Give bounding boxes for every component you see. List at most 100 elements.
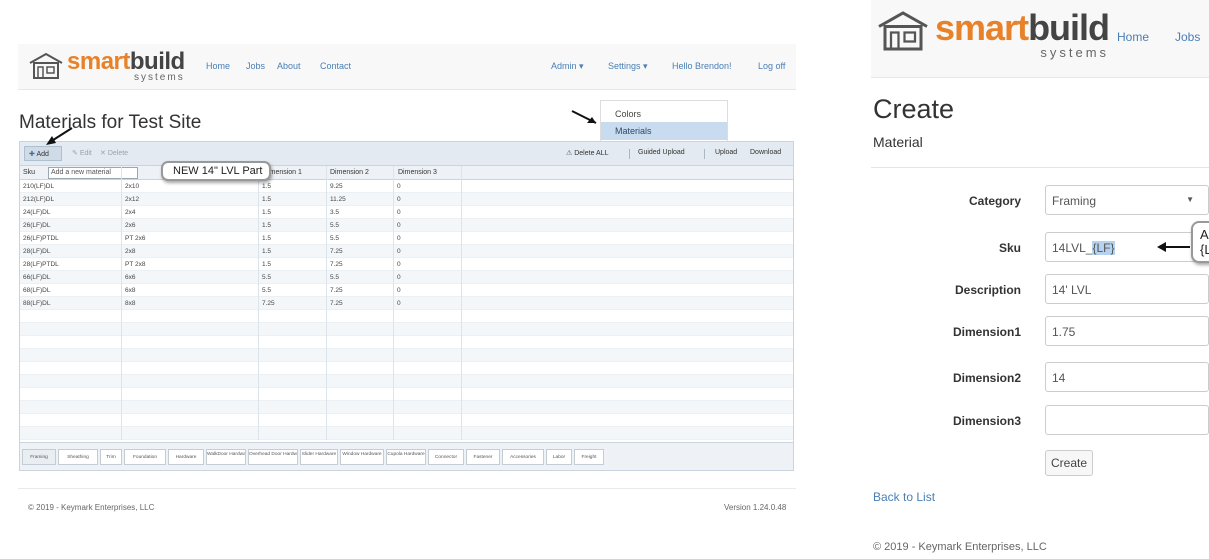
table-row[interactable]: 28(LF)DL 2x8 1.5 7.25 0 [20,245,793,258]
category-tab-hardware[interactable]: Hardware [168,449,204,465]
empty-table-row [20,427,793,440]
table-row[interactable]: 26(LF)PTDL PT 2x6 1.5 5.5 0 [20,232,793,245]
cell-description: 6x8 [125,287,136,294]
delete-all-button[interactable]: ⚠ Delete ALL [566,149,608,157]
toolbar-divider [704,149,705,159]
nav-admin[interactable]: Admin ▾ [551,61,584,72]
description-input[interactable]: 14' LVL [1045,274,1209,304]
version-label: Version 1.24.0.48 [724,503,787,512]
column-divider [258,166,259,440]
guided-upload-button[interactable]: Guided Upload [638,149,685,156]
brand-name-part2: build [1028,7,1110,48]
nav-contact[interactable]: Contact [320,61,351,71]
nav-jobs[interactable]: Jobs [1175,30,1200,44]
add-label: Add [36,151,49,158]
category-tab-connector[interactable]: Connector [428,449,464,465]
dimension3-input[interactable] [1045,405,1209,435]
cell-sku: 28(LF)DL [23,248,51,255]
table-row[interactable]: 66(LF)DL 6x6 5.5 5.5 0 [20,271,793,284]
add-lf-callout: Add {LF} [1191,221,1209,263]
top-navbar: smartbuild systems Home Jobs [871,0,1209,78]
category-tab-slider-hardware[interactable]: Slider Hardware [300,449,338,465]
new-material-input[interactable]: Add a new material [48,167,138,179]
download-button[interactable]: Download [750,149,781,156]
cell-sku: 66(LF)DL [23,274,51,281]
category-tab-sheathing[interactable]: Sheathing [58,449,98,465]
edit-button[interactable]: ✎ Edit [72,149,92,157]
sku-label: Sku [998,241,1021,255]
back-to-list-link[interactable]: Back to List [873,490,935,504]
cell-dimension3: 0 [397,300,401,307]
menu-item-colors[interactable]: Colors [601,105,727,123]
table-row[interactable]: 210(LF)DL 2x10 1.5 9.25 0 [20,180,793,193]
category-tab-cupola-hardware[interactable]: Cupola Hardware [386,449,426,465]
create-button[interactable]: Create [1045,450,1093,476]
nav-about[interactable]: About [277,61,301,71]
cell-dimension2: 7.25 [330,248,343,255]
column-divider [326,166,327,440]
category-tab-accessories[interactable]: Accessories [502,449,544,465]
category-select[interactable]: Framing ▼ [1045,185,1209,215]
cell-dimension2: 11.25 [330,196,346,203]
grid-toolbar: ✚ Add ✎ Edit ✕ Delete ⚠ Delete ALL Guide… [20,142,793,166]
column-divider [461,166,462,440]
category-tab-framing[interactable]: Framing [22,449,56,465]
menu-item-materials[interactable]: Materials [601,122,727,140]
cell-dimension2: 5.5 [330,235,340,242]
dimension3-label: Dimension3 [952,414,1021,428]
materials-grid: ✚ Add ✎ Edit ✕ Delete ⚠ Delete ALL Guide… [19,127,794,471]
edit-label: Edit [79,150,92,157]
cell-dimension2: 7.25 [330,300,343,307]
table-row[interactable]: 28(LF)PTDL PT 2x8 1.5 7.25 0 [20,258,793,271]
col-sku[interactable]: Sku [23,169,35,176]
col-dimension2[interactable]: Dimension 2 [330,169,369,176]
arrow-pointer-icon [571,110,597,124]
smartbuild-logo[interactable]: smartbuild systems [28,50,185,84]
page-title: Create [873,94,955,124]
category-tab-fastener[interactable]: Fastener [466,449,500,465]
table-row[interactable]: 212(LF)DL 2x12 1.5 11.25 0 [20,193,793,206]
cell-dimension3: 0 [397,261,401,268]
footer-divider [18,488,796,489]
upload-button[interactable]: Upload [715,149,737,156]
cell-sku: 210(LF)DL [23,183,55,190]
table-row[interactable]: 68(LF)DL 6x8 5.5 7.25 0 [20,284,793,297]
column-divider [121,166,122,440]
cell-dimension1: 1.5 [262,248,272,255]
nav-home[interactable]: Home [1117,30,1149,44]
category-tab-overhead-door-hardware[interactable]: Overhead Door Hardware [248,449,298,465]
empty-table-row [20,388,793,401]
column-divider [393,166,394,440]
table-row[interactable]: 88(LF)DL 8x8 7.25 7.25 0 [20,297,793,310]
house-logo-icon [29,52,63,79]
materials-list-screen: smartbuild systems Home Jobs About Conta… [18,44,796,524]
category-tab-walkdoor-hardware[interactable]: WalkDoor Hardware [206,449,246,465]
delete-button[interactable]: ✕ Delete [100,149,128,157]
category-tab-window-hardware[interactable]: Window Hardware [340,449,384,465]
category-tab-labor[interactable]: Labor [546,449,572,465]
cell-dimension3: 0 [397,196,401,203]
cell-dimension1: 1.5 [262,261,272,268]
nav-settings[interactable]: Settings ▾ [608,61,648,72]
category-tab-freight[interactable]: Freight [574,449,604,465]
nav-jobs[interactable]: Jobs [246,61,265,71]
nav-home[interactable]: Home [206,61,230,71]
col-dimension3[interactable]: Dimension 3 [398,169,437,176]
cell-dimension2: 5.5 [330,274,340,281]
category-tab-trim[interactable]: Trim [100,449,122,465]
dimension1-input[interactable]: 1.75 [1045,316,1209,346]
table-row[interactable]: 26(LF)DL 2x6 1.5 5.5 0 [20,219,793,232]
nav-greeting[interactable]: Hello Brendon! [672,61,732,71]
cell-description: 2x4 [125,209,136,216]
arrow-pointer-icon [46,127,73,145]
callout-line2: {LF} [1200,242,1209,257]
new-part-callout: NEW 14" LVL Part [161,161,271,181]
nav-logoff[interactable]: Log off [758,61,785,71]
table-row[interactable]: 24(LF)DL 2x4 1.5 3.5 0 [20,206,793,219]
category-tab-foundation[interactable]: Foundation [124,449,166,465]
smartbuild-logo[interactable]: smartbuild systems [875,7,1110,59]
cell-sku: 26(LF)PTDL [23,235,59,242]
cell-sku: 212(LF)DL [23,196,55,203]
dimension2-input[interactable]: 14 [1045,362,1209,392]
sku-selected-text: {LF} [1092,241,1115,255]
